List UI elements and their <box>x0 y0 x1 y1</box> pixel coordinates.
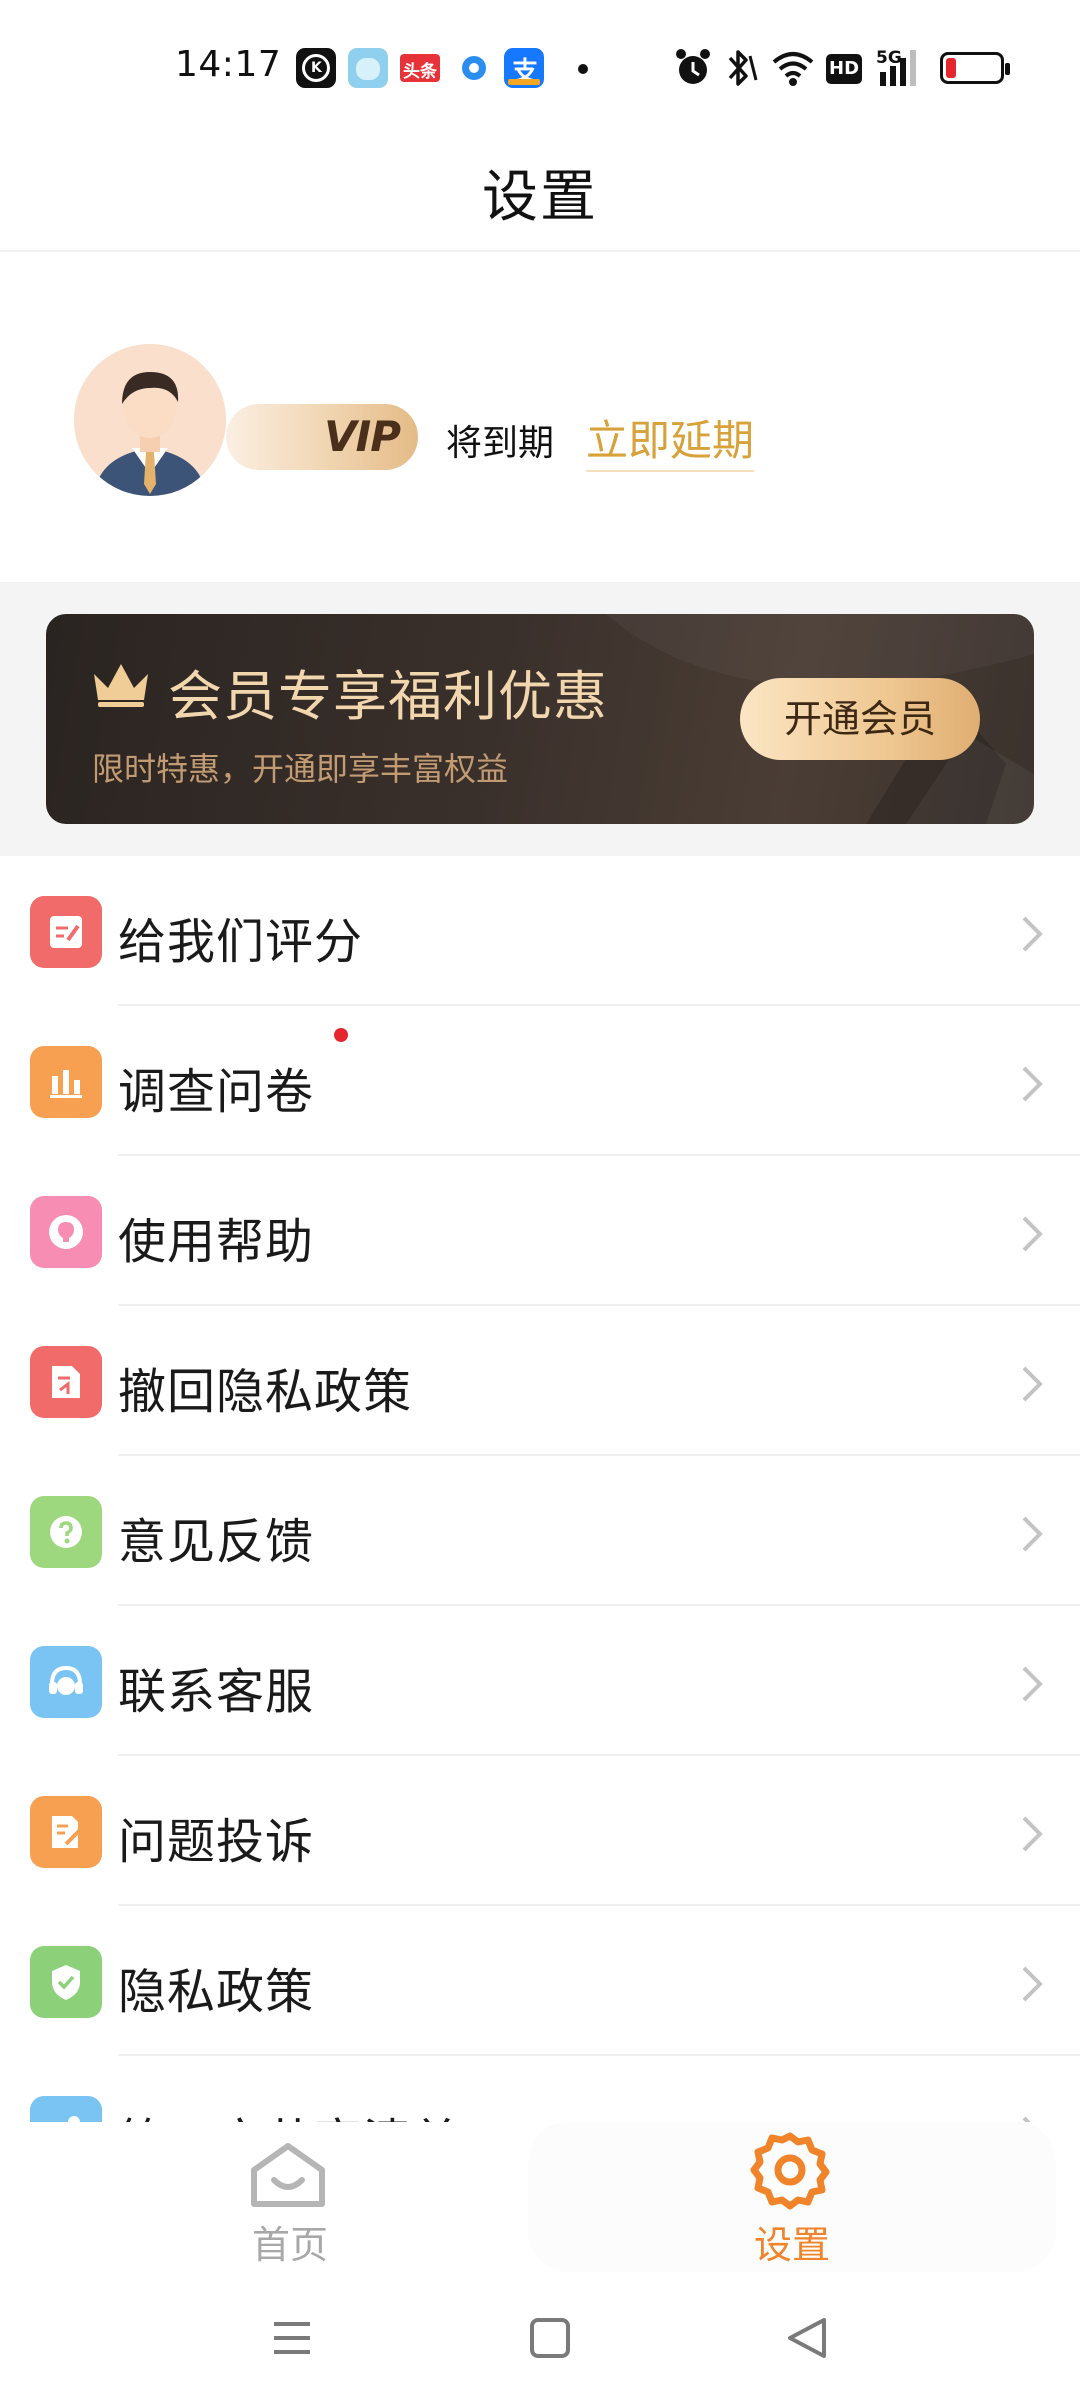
vip-badge: VIP <box>226 404 418 470</box>
vip-badge-label: VIP <box>324 412 401 461</box>
notification-dot <box>578 64 588 74</box>
home-icon <box>251 2143 325 2207</box>
menu-item-label: 联系客服 <box>118 1664 315 1720</box>
bluetooth-icon <box>728 50 758 86</box>
revoke-privacy-icon <box>30 1346 102 1418</box>
bear-app-icon <box>348 48 388 88</box>
complaint-icon <box>30 1796 102 1868</box>
rate-icon <box>30 896 102 968</box>
survey-icon <box>30 1046 102 1118</box>
status-bar: 14:17 K 头条 支 HD 5G <box>0 0 1080 130</box>
renew-link[interactable]: 立即延期 <box>586 407 755 472</box>
chevron-right-icon <box>1022 2116 1031 2122</box>
toutiao-app-icon: 头条 <box>400 54 440 82</box>
page-header: 设置 <box>0 130 1080 252</box>
page-title: 设置 <box>482 165 598 230</box>
crown-icon <box>94 664 148 707</box>
chevron-right-icon <box>1022 916 1043 952</box>
menu-item-label: 第三方共享清单 <box>118 2102 461 2122</box>
chevron-right-icon <box>1022 1816 1043 1852</box>
feedback-icon <box>30 1496 102 1568</box>
help-bulb-icon <box>30 1196 102 1268</box>
banner-subtitle: 限时特惠，开通即享丰富权益 <box>92 750 509 788</box>
alarm-icon <box>676 49 710 84</box>
chevron-right-icon <box>1022 1066 1043 1102</box>
menu-item-revoke-privacy[interactable]: 撤回隐私政策 <box>0 1306 1080 1456</box>
profile-section: VIP 将到期 立即延期 <box>0 252 1080 582</box>
menu-item-rate[interactable]: 给我们评分 <box>0 856 1080 1006</box>
signal-icon: 5G <box>876 46 928 90</box>
toutiao-label: 头条 <box>403 62 437 82</box>
menu-item-customer-service[interactable]: 联系客服 <box>0 1606 1080 1756</box>
menu-item-help[interactable]: 使用帮助 <box>0 1156 1080 1306</box>
member-banner[interactable]: 会员专享福利优惠 限时特惠，开通即享丰富权益 开通会员 <box>46 614 1034 824</box>
alipay-app-icon: 支 <box>504 48 544 88</box>
menu-item-label: 撤回隐私政策 <box>118 1364 413 1420</box>
back-triangle-icon[interactable] <box>778 2308 838 2368</box>
chevron-right-icon <box>1022 1666 1043 1702</box>
share-list-icon <box>30 2096 102 2122</box>
menu-item-complaint[interactable]: 问题投诉 <box>0 1756 1080 1906</box>
network-type-label: 5G <box>876 48 902 68</box>
menu-item-feedback[interactable]: 意见反馈 <box>0 1456 1080 1606</box>
menu-item-label: 给我们评分 <box>118 914 364 970</box>
menu-item-survey[interactable]: 调查问卷 <box>0 1006 1080 1156</box>
battery-icon <box>940 52 1010 84</box>
expire-status: 将到期 <box>446 423 555 464</box>
survey-new-badge <box>334 1028 348 1042</box>
menu-item-label: 问题投诉 <box>118 1814 315 1870</box>
tab-settings-label: 设置 <box>753 2223 830 2267</box>
hd-label: HD <box>829 58 860 79</box>
menu-item-label: 隐私政策 <box>118 1964 315 2020</box>
menu-item-label: 调查问卷 <box>118 1064 315 1120</box>
menu-item-share-list[interactable]: 第三方共享清单 <box>0 2056 1080 2122</box>
chevron-right-icon <box>1022 1216 1043 1252</box>
chevron-right-icon <box>1022 1366 1043 1402</box>
member-banner-section: 会员专享福利优惠 限时特惠，开通即享丰富权益 开通会员 <box>0 582 1080 856</box>
status-time: 14:17 <box>175 44 282 85</box>
menu-item-privacy-policy[interactable]: 隐私政策 <box>0 1906 1080 2056</box>
menu-item-label: 意见反馈 <box>118 1514 315 1570</box>
tab-home-label: 首页 <box>251 2223 328 2267</box>
open-membership-button[interactable]: 开通会员 <box>740 678 980 760</box>
circle-app-icon <box>454 48 494 88</box>
customer-service-icon <box>30 1646 102 1718</box>
menu-item-label: 使用帮助 <box>118 1214 315 1270</box>
chevron-right-icon <box>1022 1966 1043 2002</box>
wifi-icon <box>772 52 814 86</box>
tab-home[interactable]: 首页 <box>180 2122 400 2272</box>
menu-icon[interactable] <box>262 2308 322 2368</box>
user-avatar-icon <box>74 344 226 496</box>
settings-gear-icon <box>750 2132 830 2210</box>
avatar[interactable] <box>74 344 226 496</box>
chevron-right-icon <box>1022 1516 1043 1552</box>
privacy-shield-icon <box>30 1946 102 2018</box>
system-nav-bar <box>0 2272 1080 2400</box>
kk-app-icon: K <box>296 48 336 88</box>
hd-icon: HD <box>826 54 862 84</box>
bottom-tab-bar: 首页 设置 <box>0 2122 1080 2272</box>
settings-list: 给我们评分 调查问卷 使用帮助 撤回隐私政策 意见反馈 联系客服 问题投诉 隐私… <box>0 856 1080 2122</box>
banner-title: 会员专享福利优惠 <box>168 665 608 728</box>
tab-settings[interactable]: 设置 <box>528 2122 1056 2272</box>
home-square-icon[interactable] <box>520 2308 580 2368</box>
